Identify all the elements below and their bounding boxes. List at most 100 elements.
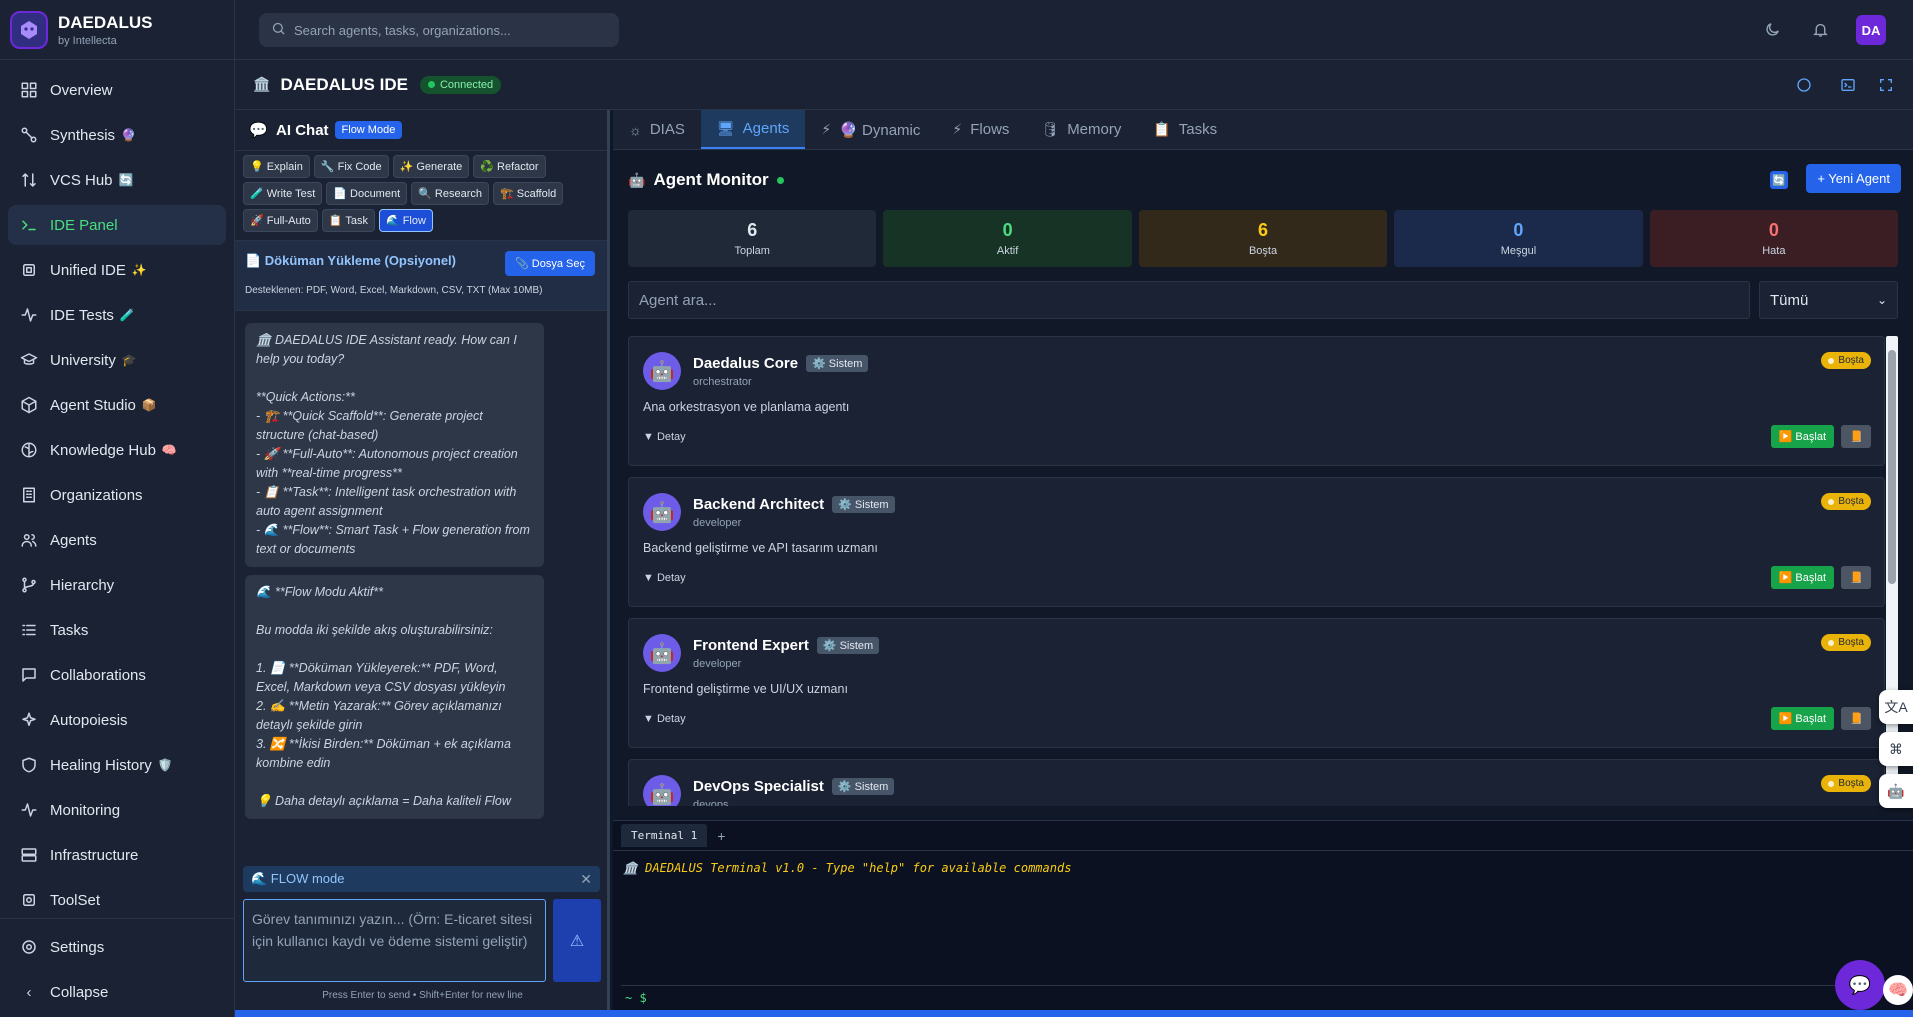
agent-card[interactable]: 🤖 Backend Architect ⚙️ Sistem developer Back…: [628, 477, 1885, 607]
search-input[interactable]: [294, 22, 594, 38]
detail-toggle[interactable]: ▼ Detay: [643, 431, 686, 443]
sidebar-item-autopoiesis[interactable]: Autopoiesis: [8, 700, 226, 740]
global-search[interactable]: [259, 13, 619, 47]
detail-toggle[interactable]: ▼ Detay: [643, 713, 686, 725]
sidebar-item-settings[interactable]: Settings: [8, 927, 226, 967]
chat-messages: 🏛️ DAEDALUS IDE Assistant ready. How can…: [235, 311, 607, 851]
send-button[interactable]: ⚠: [553, 899, 601, 982]
tab-dias[interactable]: ☼ DIAS: [613, 110, 701, 149]
terminal-toggle-icon[interactable]: [1837, 74, 1859, 96]
sidebar-item-university[interactable]: University 🎓: [8, 340, 226, 380]
sidebar-item-vcs-hub[interactable]: VCS Hub 🔄: [8, 160, 226, 200]
avatar[interactable]: DA: [1856, 15, 1886, 45]
sidebar-item-healing-history[interactable]: Healing History 🛡️: [8, 745, 226, 785]
quick-action-button[interactable]: ✨ Generate: [392, 155, 470, 178]
nav-emoji-icon: 🎓: [121, 353, 137, 367]
chat-input[interactable]: Görev tanımınızı yazın... (Örn: E-ticare…: [243, 899, 546, 982]
quick-action-button[interactable]: 🔧 Fix Code: [313, 155, 389, 178]
agent-search[interactable]: [628, 281, 1750, 319]
agent-card[interactable]: 🤖DevOps Specialist⚙️ Sistemdevops▼ Detay…: [628, 759, 1885, 806]
sidebar-item-agents[interactable]: Agents: [8, 520, 226, 560]
status-badge: Boşta: [1821, 493, 1871, 510]
shield-icon: [20, 756, 38, 774]
status-filter-select[interactable]: Tümü ⌄: [1759, 281, 1898, 319]
detail-toggle[interactable]: ▼ Detay: [643, 572, 686, 584]
sidebar-item-knowledge-hub[interactable]: Knowledge Hub 🧠: [8, 430, 226, 470]
logs-button[interactable]: 📙: [1841, 707, 1871, 730]
status-dot-icon: [1828, 639, 1835, 646]
sidebar-item-infrastructure[interactable]: Infrastructure: [8, 835, 226, 875]
scrollbar-thumb[interactable]: [1888, 350, 1896, 584]
logs-button[interactable]: 📙: [1841, 566, 1871, 589]
agent-actions: ▶️ Başlat💬 Chat📙: [1770, 425, 1871, 448]
apps-grid-icon[interactable]: ⌘: [1879, 732, 1913, 766]
sidebar-item-tasks[interactable]: Tasks: [8, 610, 226, 650]
select-value: Tümü: [1770, 291, 1809, 309]
quick-action-button[interactable]: 🌊 Flow: [378, 209, 433, 232]
stat-label: Toplam: [734, 245, 770, 257]
sidebar-item-synthesis[interactable]: Synthesis 🔮: [8, 115, 226, 155]
sidebar-item-organizations[interactable]: Organizations: [8, 475, 226, 515]
logs-button[interactable]: 📙: [1841, 425, 1871, 448]
brand-logo-icon[interactable]: [10, 10, 48, 49]
terminal-prompt[interactable]: ~ $: [621, 985, 1913, 1010]
quick-action-button[interactable]: 🔍 Research: [411, 182, 489, 205]
translate-icon[interactable]: 文A: [1879, 690, 1913, 724]
agent-search-input[interactable]: [639, 291, 1739, 309]
stat-card: 0 Hata: [1649, 210, 1899, 267]
start-button[interactable]: ▶️ Başlat: [1770, 707, 1834, 730]
agent-card[interactable]: 🤖 Frontend Expert ⚙️ Sistem developer Fronte…: [628, 618, 1885, 748]
moon-icon[interactable]: [1761, 18, 1783, 40]
fullscreen-icon[interactable]: [1875, 74, 1897, 96]
scrollbar[interactable]: [1886, 336, 1898, 798]
quick-action-button[interactable]: 📋 Task: [321, 209, 375, 232]
sidebar-item-ide-panel[interactable]: IDE Panel: [8, 205, 226, 245]
tab-memory[interactable]: 🛢 Memory: [1025, 110, 1137, 149]
tab-icon: ⚡: [821, 121, 832, 137]
robot-avatar-icon: 🤖: [643, 352, 681, 390]
tab-agents[interactable]: 🖥 Agents: [700, 110, 806, 149]
bell-icon[interactable]: [1809, 18, 1831, 40]
sidebar-item-overview[interactable]: Overview: [8, 70, 226, 110]
refresh-button[interactable]: 🔄: [1770, 171, 1788, 189]
new-agent-button[interactable]: + Yeni Agent: [1806, 164, 1901, 193]
sidebar-item-unified-ide[interactable]: Unified IDE ✨: [8, 250, 226, 290]
sidebar-item-toolset[interactable]: ToolSet: [8, 880, 226, 920]
sidebar-item-ide-tests[interactable]: IDE Tests 🧪: [8, 295, 226, 335]
search-icon: [271, 21, 286, 39]
status-dot-icon: [1828, 780, 1835, 787]
chat-toggle-icon[interactable]: [1793, 74, 1815, 96]
nav-emoji-icon: ✨: [131, 263, 147, 277]
tab-tasks[interactable]: 📋 Tasks: [1137, 110, 1233, 149]
quick-action-button[interactable]: 🚀 Full-Auto: [243, 209, 318, 232]
quick-action-button[interactable]: 🧪 Write Test: [243, 182, 323, 205]
tab-flows[interactable]: ⚡ Flows: [936, 110, 1025, 149]
sidebar-item-agent-studio[interactable]: Agent Studio 📦: [8, 385, 226, 425]
system-badge: ⚙️ Sistem: [816, 637, 880, 654]
assistant-icon[interactable]: 🤖: [1879, 774, 1913, 808]
tab-dynamic[interactable]: ⚡ 🔮 Dynamic: [805, 110, 936, 149]
brain-fab-icon[interactable]: 🧠: [1883, 975, 1913, 1005]
agent-description: Ana orkestrasyon ve planlama agentı: [643, 400, 850, 414]
select-file-button[interactable]: 📎 Dosya Seç: [505, 251, 595, 276]
quick-action-button[interactable]: 💡 Explain: [243, 155, 310, 178]
add-terminal-button[interactable]: +: [717, 828, 725, 844]
sidebar-item-collaborations[interactable]: Collaborations: [8, 655, 226, 695]
quick-action-button[interactable]: 📄 Document: [326, 182, 408, 205]
agent-stats: 6 Toplam 0 Aktif 6 Boşta 0 Meşgul 0 Hata: [613, 210, 1913, 267]
agent-card[interactable]: 🤖 Daedalus Core ⚙️ Sistem orchestrator Ana o…: [628, 336, 1885, 466]
quick-action-button[interactable]: ♻️ Refactor: [473, 155, 546, 178]
quick-action-button[interactable]: 🏗️ Scaffold: [492, 182, 564, 205]
sidebar-item-hierarchy[interactable]: Hierarchy: [8, 565, 226, 605]
terminal-tab[interactable]: Terminal 1: [621, 824, 708, 847]
start-button[interactable]: ▶️ Başlat: [1770, 425, 1834, 448]
close-icon[interactable]: ✕: [580, 871, 592, 888]
sidebar-item-monitoring[interactable]: Monitoring: [8, 790, 226, 830]
sidebar-item-label: Organizations: [50, 486, 143, 504]
quick-actions-row: 🧪 Write Test 📄 Document 🔍 Research 🏗️ Scaff…: [243, 182, 599, 205]
start-button[interactable]: ▶️ Başlat: [1770, 566, 1834, 589]
chevron-down-icon: ⌄: [1876, 293, 1887, 307]
chat-fab-button[interactable]: 💬: [1835, 960, 1885, 1010]
sidebar-collapse-button[interactable]: ‹ Collapse: [8, 972, 226, 1012]
status-bar: [235, 1010, 1913, 1017]
